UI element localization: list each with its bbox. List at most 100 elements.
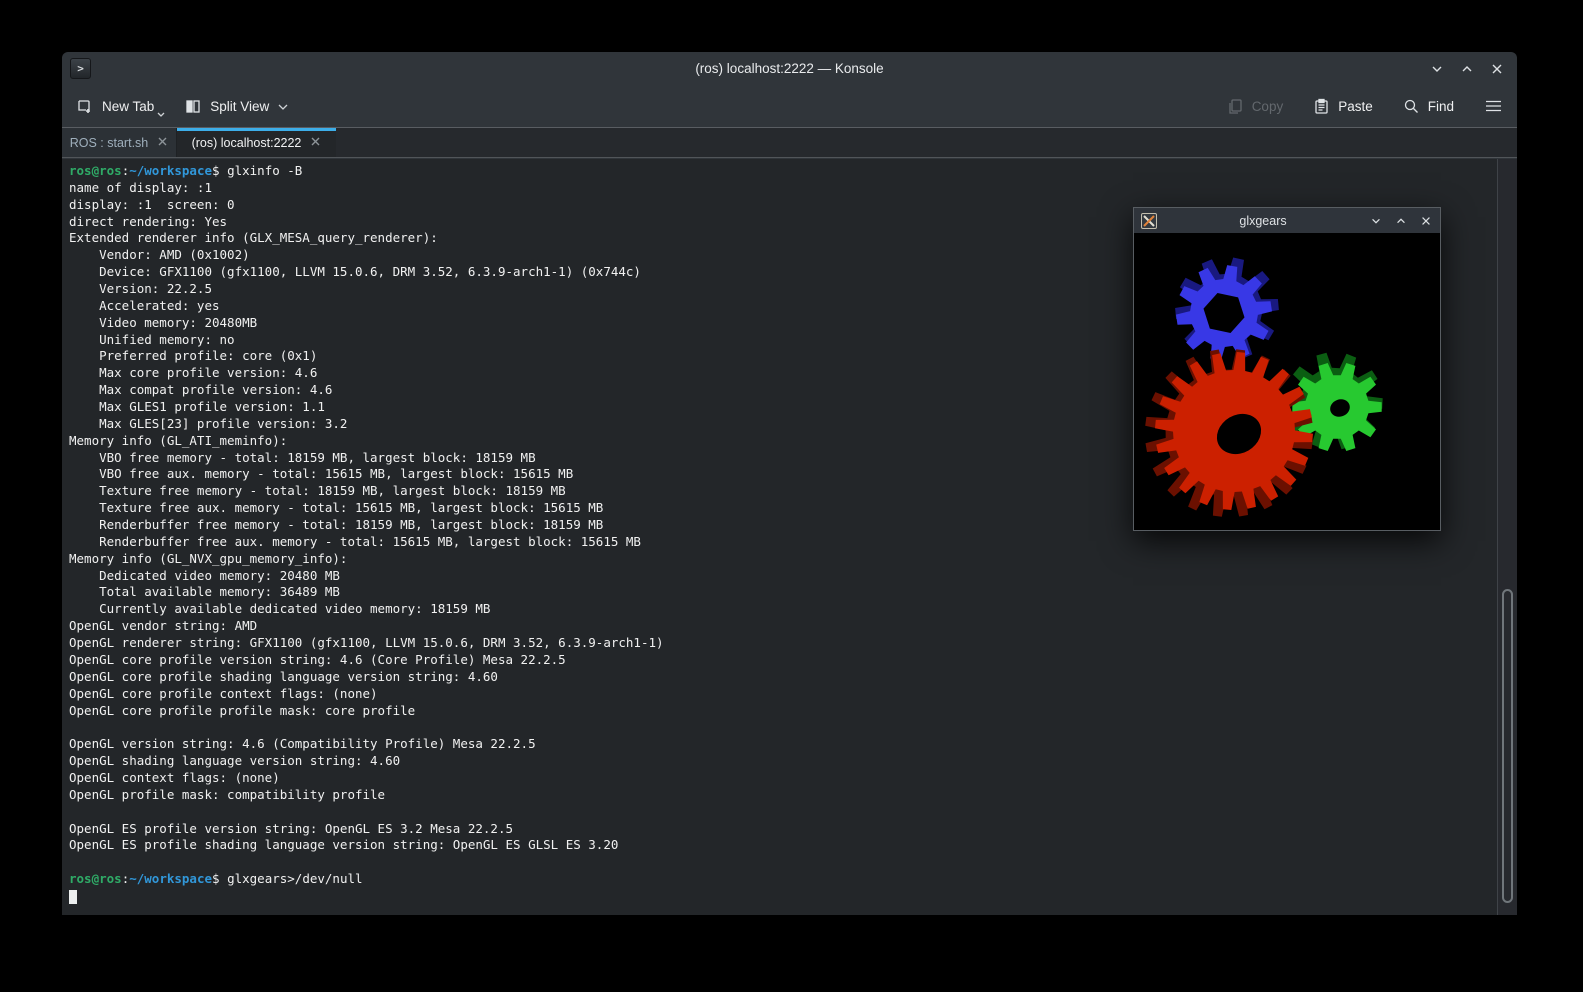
split-view-button[interactable]: Split View — [184, 97, 289, 115]
terminal-line: Dedicated video memory: 20480 MB — [69, 568, 664, 585]
terminal-line — [69, 854, 664, 871]
terminal-line: OpenGL core profile context flags: (none… — [69, 686, 664, 703]
terminal-line — [69, 804, 664, 821]
konsole-app-icon: > — [70, 58, 91, 79]
close-icon — [1490, 62, 1504, 76]
terminal-line: Max GLES1 profile version: 1.1 — [69, 399, 664, 416]
window-title: (ros) localhost:2222 — Konsole — [62, 61, 1517, 76]
terminal-text: ros@ros:~/workspace$ glxinfo -Bname of d… — [69, 163, 664, 904]
chevron-up-icon — [1460, 62, 1474, 76]
terminal-line: VBO free aux. memory - total: 15615 MB, … — [69, 466, 664, 483]
close-icon — [1420, 215, 1432, 227]
tab-bar: ROS : start.sh (ros) localhost:2222 — [62, 127, 1517, 158]
paste-label: Paste — [1338, 99, 1373, 114]
scrollbar-track[interactable] — [1497, 159, 1517, 915]
blue-gear — [1175, 258, 1279, 361]
terminal-line: ros@ros:~/workspace$ glxinfo -B — [69, 163, 664, 180]
hamburger-icon — [1484, 98, 1503, 114]
glxgears-minimize-button[interactable] — [1369, 214, 1383, 228]
terminal-line: direct rendering: Yes — [69, 214, 664, 231]
menu-button[interactable] — [1484, 98, 1503, 114]
new-tab-icon — [76, 97, 94, 115]
terminal-line: Renderbuffer free memory - total: 18159 … — [69, 517, 664, 534]
close-button[interactable] — [1489, 61, 1505, 77]
terminal-line: Device: GFX1100 (gfx1100, LLVM 15.0.6, D… — [69, 264, 664, 281]
terminal-line: Currently available dedicated video memo… — [69, 601, 664, 618]
tab-ros-start-sh[interactable]: ROS : start.sh — [62, 128, 177, 157]
paste-icon — [1313, 98, 1330, 115]
terminal-line: Vendor: AMD (0x1002) — [69, 247, 664, 264]
glxgears-window: glxgears — [1133, 207, 1441, 531]
terminal-line: OpenGL core profile profile mask: core p… — [69, 703, 664, 720]
split-view-icon — [184, 97, 202, 115]
new-tab-label: New Tab — [102, 99, 154, 114]
minimize-button[interactable] — [1429, 61, 1445, 77]
split-view-label: Split View — [210, 99, 269, 114]
maximize-button[interactable] — [1459, 61, 1475, 77]
tab-close-icon[interactable] — [157, 136, 168, 150]
terminal-line: OpenGL ES profile version string: OpenGL… — [69, 821, 664, 838]
terminal-line: Max core profile version: 4.6 — [69, 365, 664, 382]
glxgears-canvas — [1134, 233, 1440, 530]
terminal-line: Texture free memory - total: 18159 MB, l… — [69, 483, 664, 500]
terminal-line: OpenGL version string: 4.6 (Compatibilit… — [69, 736, 664, 753]
terminal-line — [69, 719, 664, 736]
split-view-caret-icon[interactable] — [277, 99, 289, 114]
terminal-line: Extended renderer info (GLX_MESA_query_r… — [69, 230, 664, 247]
new-tab-button[interactable]: New Tab — [76, 97, 154, 115]
terminal-line: OpenGL profile mask: compatibility profi… — [69, 787, 664, 804]
terminal-line: Preferred profile: core (0x1) — [69, 348, 664, 365]
scrollbar-thumb[interactable] — [1502, 589, 1513, 903]
terminal-line: Max compat profile version: 4.6 — [69, 382, 664, 399]
toolbar: New Tab Split View Cop — [62, 85, 1517, 127]
terminal-line: OpenGL core profile shading language ver… — [69, 669, 664, 686]
copy-label: Copy — [1252, 99, 1284, 114]
terminal-line: Accelerated: yes — [69, 298, 664, 315]
terminal-line: OpenGL core profile version string: 4.6 … — [69, 652, 664, 669]
glxgears-close-button[interactable] — [1419, 214, 1433, 228]
terminal-line: Max GLES[23] profile version: 3.2 — [69, 416, 664, 433]
window-controls — [1429, 52, 1505, 85]
terminal-cursor — [69, 890, 77, 904]
terminal-line: Texture free aux. memory - total: 15615 … — [69, 500, 664, 517]
chevron-up-icon — [1395, 215, 1407, 227]
terminal-line: Memory info (GL_ATI_meminfo): — [69, 433, 664, 450]
glxgears-maximize-button[interactable] — [1394, 214, 1408, 228]
terminal-line: Memory info (GL_NVX_gpu_memory_info): — [69, 551, 664, 568]
tab-ros-localhost-2222[interactable]: (ros) localhost:2222 — [177, 128, 336, 157]
terminal-line: VBO free memory - total: 18159 MB, large… — [69, 450, 664, 467]
konsole-app-icon-glyph: > — [77, 62, 84, 75]
red-gear — [1145, 349, 1313, 517]
terminal-line: OpenGL ES profile shading language versi… — [69, 837, 664, 854]
find-label: Find — [1428, 99, 1454, 114]
terminal-line: display: :1 screen: 0 — [69, 197, 664, 214]
glxgears-window-title: glxgears — [1157, 214, 1369, 228]
find-icon — [1403, 98, 1420, 115]
copy-button[interactable]: Copy — [1227, 98, 1284, 115]
x11-logo-icon — [1141, 213, 1157, 229]
copy-icon — [1227, 98, 1244, 115]
terminal-line: ros@ros:~/workspace$ glxgears>/dev/null — [69, 871, 664, 888]
find-button[interactable]: Find — [1403, 98, 1454, 115]
glxgears-titlebar[interactable]: glxgears — [1134, 208, 1440, 233]
chevron-down-icon — [1430, 62, 1444, 76]
titlebar[interactable]: > (ros) localhost:2222 — Konsole — [62, 52, 1517, 85]
toolbar-right-group: Copy Paste Find — [1227, 98, 1503, 115]
terminal-line: Renderbuffer free aux. memory - total: 1… — [69, 534, 664, 551]
terminal-line: Unified memory: no — [69, 332, 664, 349]
tab-close-icon[interactable] — [310, 136, 321, 150]
new-tab-caret-icon[interactable] — [156, 106, 166, 121]
terminal-line: OpenGL shading language version string: … — [69, 753, 664, 770]
terminal-line: Version: 22.2.5 — [69, 281, 664, 298]
glxgears-window-controls — [1369, 214, 1433, 228]
terminal-line: Total available memory: 36489 MB — [69, 584, 664, 601]
terminal-line: name of display: :1 — [69, 180, 664, 197]
terminal-line: OpenGL renderer string: GFX1100 (gfx1100… — [69, 635, 664, 652]
terminal-line: OpenGL vendor string: AMD — [69, 618, 664, 635]
terminal-line: OpenGL context flags: (none) — [69, 770, 664, 787]
paste-button[interactable]: Paste — [1313, 98, 1373, 115]
tab-label: (ros) localhost:2222 — [192, 136, 302, 150]
chevron-down-icon — [1370, 215, 1382, 227]
tab-label: ROS : start.sh — [70, 136, 149, 150]
terminal-line: Video memory: 20480MB — [69, 315, 664, 332]
